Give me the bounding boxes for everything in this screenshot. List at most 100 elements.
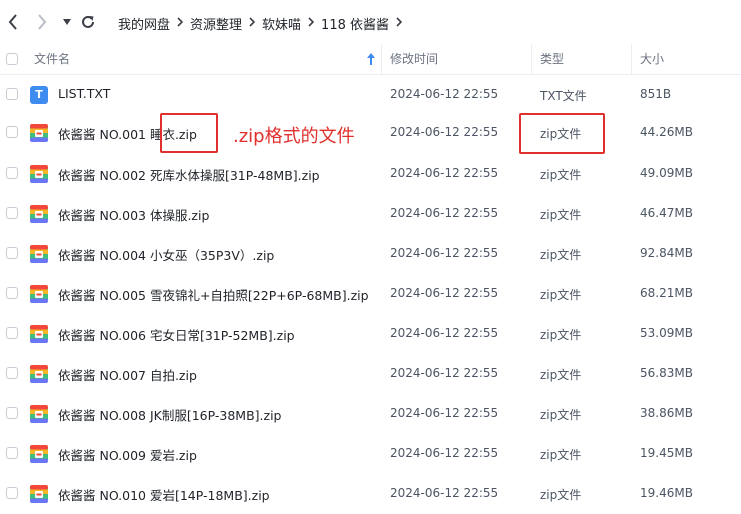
file-modified-time: 2024-06-12 22:55 xyxy=(390,246,499,260)
file-modified-time: 2024-06-12 22:55 xyxy=(390,446,499,460)
column-divider[interactable] xyxy=(631,44,632,74)
column-header-modified[interactable]: 修改时间 xyxy=(390,44,438,74)
row-checkbox[interactable] xyxy=(6,126,18,138)
breadcrumb: 我的网盘 资源整理 软妹喵 118 依酱酱 xyxy=(118,14,409,33)
file-name[interactable]: 依酱酱 NO.006 宅女日常[31P-52MB].zip xyxy=(58,325,295,344)
annotation-label: .zip格式的文件 xyxy=(233,126,355,147)
row-checkbox[interactable] xyxy=(6,487,18,499)
file-modified-time: 2024-06-12 22:55 xyxy=(390,326,499,340)
column-divider[interactable] xyxy=(381,44,382,74)
column-header-size[interactable]: 大小 xyxy=(640,44,664,74)
annotation-box-filetype xyxy=(519,113,605,154)
breadcrumb-item[interactable]: 118 依酱酱 xyxy=(321,14,389,33)
file-name[interactable]: 依酱酱 NO.004 小女巫（35P3V）.zip xyxy=(58,245,274,264)
file-size: 44.26MB xyxy=(640,125,693,139)
breadcrumb-separator-icon xyxy=(249,16,256,31)
history-dropdown-button[interactable] xyxy=(58,13,76,31)
breadcrumb-separator-icon xyxy=(396,16,403,31)
file-row[interactable]: 依酱酱 NO.010 爱岩[14P-18MB].zip 2024-06-12 22… xyxy=(0,474,741,514)
breadcrumb-item[interactable]: 我的网盘 xyxy=(118,14,170,33)
select-all-checkbox[interactable] xyxy=(6,53,18,65)
column-divider[interactable] xyxy=(531,44,532,74)
file-modified-time: 2024-06-12 22:55 xyxy=(390,166,499,180)
file-row[interactable]: 依酱酱 NO.005 雪夜锦礼+自拍照[22P+6P-68MB].zip 2024… xyxy=(0,274,741,314)
zip-archive-icon xyxy=(30,365,48,383)
zip-archive-icon xyxy=(30,285,48,303)
txt-file-icon: T xyxy=(30,86,48,104)
chevron-left-icon xyxy=(8,14,17,30)
file-row[interactable]: 依酱酱 NO.007 自拍.zip 2024-06-12 22:55 zip文件 56… xyxy=(0,354,741,394)
zip-archive-icon xyxy=(30,445,48,463)
breadcrumb-separator-icon xyxy=(177,16,184,31)
file-name[interactable]: 依酱酱 NO.005 雪夜锦礼+自拍照[22P+6P-68MB].zip xyxy=(58,285,369,304)
zip-archive-icon xyxy=(30,165,48,183)
file-size: 53.09MB xyxy=(640,326,693,340)
file-row[interactable]: T LIST.TXT 2024-06-12 22:55 TXT文件 851B xyxy=(0,75,741,115)
file-name[interactable]: 依酱酱 NO.010 爱岩[14P-18MB].zip xyxy=(58,485,270,504)
file-size: 56.83MB xyxy=(640,366,693,380)
file-row[interactable]: 依酱酱 NO.006 宅女日常[31P-52MB].zip 2024-06-12 … xyxy=(0,314,741,354)
forward-button[interactable] xyxy=(33,13,51,31)
row-checkbox[interactable] xyxy=(6,247,18,259)
annotation-box-filename xyxy=(160,113,218,153)
file-row[interactable]: 依酱酱 NO.008 JK制服[16P-38MB].zip 2024-06-12 … xyxy=(0,394,741,434)
row-checkbox[interactable] xyxy=(6,287,18,299)
file-type: zip文件 xyxy=(540,368,582,382)
file-modified-time: 2024-06-12 22:55 xyxy=(390,87,499,101)
file-type: zip文件 xyxy=(540,328,582,342)
file-name[interactable]: 依酱酱 NO.002 死库水体操服[31P-48MB].zip xyxy=(58,165,320,184)
file-name[interactable]: 依酱酱 NO.009 爱岩.zip xyxy=(58,445,197,464)
refresh-button[interactable] xyxy=(79,13,97,31)
file-list-header: 文件名 修改时间 类型 大小 xyxy=(0,44,741,75)
file-modified-time: 2024-06-12 22:55 xyxy=(390,366,499,380)
row-checkbox[interactable] xyxy=(6,167,18,179)
file-name[interactable]: LIST.TXT xyxy=(58,86,110,101)
sort-ascending-icon[interactable] xyxy=(367,53,375,65)
file-type: zip文件 xyxy=(540,168,582,182)
file-row[interactable]: 依酱酱 NO.003 体操服.zip 2024-06-12 22:55 zip文件 4… xyxy=(0,194,741,234)
file-row[interactable]: 依酱酱 NO.004 小女巫（35P3V）.zip 2024-06-12 22:5… xyxy=(0,234,741,274)
file-size: 49.09MB xyxy=(640,166,693,180)
zip-archive-icon xyxy=(30,124,48,142)
row-checkbox[interactable] xyxy=(6,88,18,100)
file-name[interactable]: 依酱酱 NO.007 自拍.zip xyxy=(58,365,197,384)
breadcrumb-separator-icon xyxy=(308,16,315,31)
file-modified-time: 2024-06-12 22:55 xyxy=(390,206,499,220)
row-checkbox[interactable] xyxy=(6,367,18,379)
file-type: zip文件 xyxy=(540,288,582,302)
file-type: zip文件 xyxy=(540,208,582,222)
file-type: zip文件 xyxy=(540,488,582,502)
breadcrumb-item[interactable]: 软妹喵 xyxy=(262,14,301,33)
row-checkbox[interactable] xyxy=(6,447,18,459)
file-modified-time: 2024-06-12 22:55 xyxy=(390,286,499,300)
zip-archive-icon xyxy=(30,485,48,503)
back-button[interactable] xyxy=(4,13,22,31)
column-header-name[interactable]: 文件名 xyxy=(34,44,70,74)
caret-down-icon xyxy=(63,19,71,25)
file-modified-time: 2024-06-12 22:55 xyxy=(390,406,499,420)
breadcrumb-item[interactable]: 资源整理 xyxy=(190,14,242,33)
row-checkbox[interactable] xyxy=(6,407,18,419)
file-size: 46.47MB xyxy=(640,206,693,220)
file-row[interactable]: 依酱酱 NO.001 睡衣.zip 2024-06-12 22:55 zip文件 44… xyxy=(0,113,741,153)
file-type: zip文件 xyxy=(540,408,582,422)
file-size: 38.86MB xyxy=(640,406,693,420)
refresh-icon xyxy=(82,15,94,28)
column-header-type[interactable]: 类型 xyxy=(540,44,564,74)
zip-archive-icon xyxy=(30,405,48,423)
file-type: zip文件 xyxy=(540,448,582,462)
file-row[interactable]: 依酱酱 NO.002 死库水体操服[31P-48MB].zip 2024-06-1… xyxy=(0,154,741,194)
row-checkbox[interactable] xyxy=(6,207,18,219)
zip-archive-icon xyxy=(30,245,48,263)
row-checkbox[interactable] xyxy=(6,327,18,339)
file-type: zip文件 xyxy=(540,248,582,262)
file-row[interactable]: 依酱酱 NO.009 爱岩.zip 2024-06-12 22:55 zip文件 19… xyxy=(0,434,741,474)
file-name[interactable]: 依酱酱 NO.003 体操服.zip xyxy=(58,205,209,224)
file-size: 92.84MB xyxy=(640,246,693,260)
toolbar: 我的网盘 资源整理 软妹喵 118 依酱酱 xyxy=(0,0,741,44)
zip-archive-icon xyxy=(30,325,48,343)
file-modified-time: 2024-06-12 22:55 xyxy=(390,125,499,139)
file-name[interactable]: 依酱酱 NO.008 JK制服[16P-38MB].zip xyxy=(58,405,282,424)
file-size: 68.21MB xyxy=(640,286,693,300)
file-modified-time: 2024-06-12 22:55 xyxy=(390,486,499,500)
